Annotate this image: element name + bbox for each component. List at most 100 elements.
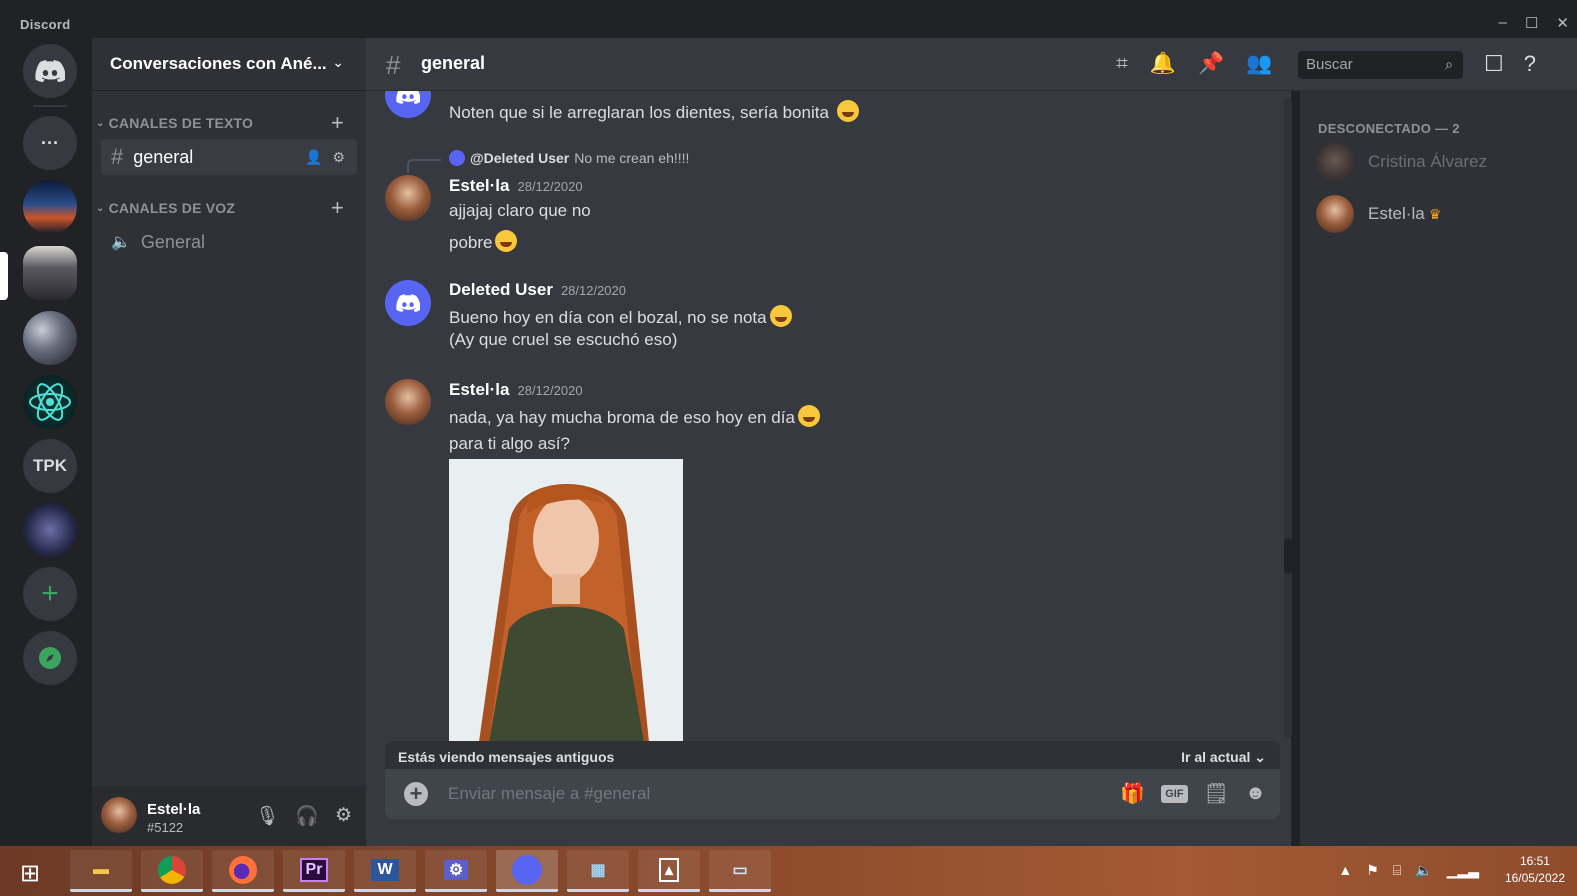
gift-icon[interactable]: 🎁 — [1120, 781, 1145, 806]
bell-icon[interactable]: 🔔 — [1150, 52, 1176, 76]
monitor-icon[interactable]: ▭ — [709, 850, 771, 892]
avatar-deleted-user[interactable] — [385, 280, 431, 326]
flag-icon[interactable]: ⚑ — [1366, 862, 1379, 879]
rail-separator — [33, 105, 67, 107]
close-button[interactable]: ✕ — [1556, 14, 1569, 32]
server-rail: ··· TPK + — [0, 38, 92, 846]
window-controls: – ☐ ✕ — [1499, 14, 1569, 32]
member-category: DESCONECTADO — 2 — [1318, 121, 1460, 136]
category-voice-channels[interactable]: ⌄ CANALES DE VOZ + — [96, 195, 352, 220]
sticker-icon[interactable]: 🗒 — [1204, 781, 1229, 806]
chrome-icon[interactable] — [141, 850, 203, 892]
reply-preview[interactable]: @Deleted User No me crean eh!!!! — [449, 150, 689, 166]
windows-start-icon[interactable]: ⊞ — [20, 859, 40, 888]
server-image-1[interactable] — [23, 180, 77, 234]
message-author[interactable]: Estel·la 28/12/2020 — [449, 176, 583, 196]
add-server-button[interactable]: + — [23, 567, 77, 621]
message-line: (Ay que cruel se escuchó eso) — [449, 330, 678, 349]
message-text: Noten que si le arreglaran los dientes, … — [449, 103, 829, 122]
avatar-estella[interactable] — [385, 175, 431, 221]
speaker-icon: 🔈 — [111, 234, 131, 251]
file-explorer-icon[interactable]: ▬ — [70, 850, 132, 892]
word-icon[interactable]: W — [354, 850, 416, 892]
guild-header[interactable]: Conversaciones con Ané... ⌄ — [92, 38, 366, 91]
maximize-button[interactable]: ☐ — [1525, 14, 1538, 32]
create-channel-button[interactable]: + — [331, 110, 344, 136]
guild-name: Conversaciones con Ané... — [110, 54, 327, 73]
atom-icon — [29, 383, 71, 421]
old-messages-notice: Estás viendo mensajes antiguos — [398, 749, 615, 765]
scrollbar-track[interactable] — [1284, 98, 1292, 738]
network-icon[interactable]: ⌸ — [1393, 862, 1401, 879]
explore-button[interactable] — [23, 631, 77, 685]
channel-voice-general[interactable]: 🔈 General — [101, 224, 357, 260]
message-line: ajjajaj claro que no — [449, 201, 591, 220]
gear-icon[interactable]: ⚙ — [332, 149, 345, 166]
server-tpk[interactable]: TPK — [23, 439, 77, 493]
message-text: pobre — [449, 233, 493, 252]
channel-general[interactable]: # general 👤 ⚙ — [101, 139, 357, 175]
message-input[interactable] — [448, 781, 1048, 807]
control-panel-icon[interactable]: ▦ — [567, 850, 629, 892]
avatar[interactable] — [101, 797, 137, 833]
minimize-button[interactable]: – — [1499, 14, 1507, 32]
avatar-estella[interactable] — [385, 379, 431, 425]
taskbar-clock[interactable]: 16:51 16/05/2022 — [1505, 853, 1565, 887]
discord-taskbar-icon[interactable] — [496, 850, 558, 892]
server-image-3[interactable] — [23, 311, 77, 365]
composer-tools: 🎁 GIF 🗒 ☻ — [1120, 781, 1266, 806]
user-tag: #5122 — [147, 820, 184, 835]
reply-connector — [407, 159, 441, 173]
category-label: CANALES DE TEXTO — [108, 115, 254, 131]
inbox-icon[interactable]: ☐ — [1484, 51, 1504, 77]
server-image-4[interactable] — [23, 375, 77, 429]
message-image-attachment[interactable] — [449, 459, 683, 742]
header-tools: ⌗ 🔔 📌 👥 — [1116, 52, 1272, 76]
channel-label: General — [140, 231, 205, 252]
author-name: Deleted User — [449, 280, 553, 299]
chevron-down-icon: ⌄ — [1254, 749, 1266, 765]
member-list: DESCONECTADO — 2 Cristina Álvarez Estel·… — [1300, 91, 1577, 846]
add-attachment-button[interactable]: + — [404, 782, 428, 806]
emoji-picker-icon[interactable]: ☻ — [1245, 782, 1266, 805]
home-button[interactable] — [23, 44, 77, 98]
chevron-up-icon[interactable]: ▲ — [1338, 862, 1352, 879]
message-author[interactable]: Deleted User 28/12/2020 — [449, 280, 626, 300]
chat-header: # general ⌗ 🔔 📌 👥 Buscar ⌕ ☐ ? — [366, 38, 1577, 91]
reply-author: @Deleted User — [470, 150, 570, 166]
premiere-icon[interactable]: Pr — [283, 850, 345, 892]
members-icon[interactable]: 👥 — [1246, 52, 1272, 76]
hand-over-mouth-emoji — [495, 230, 518, 252]
headphones-icon[interactable]: 🎧 — [295, 804, 319, 828]
message-author[interactable]: Estel·la 28/12/2020 — [449, 380, 583, 400]
clock-time: 16:51 — [1519, 854, 1550, 868]
header-extra: ☐ ? — [1484, 51, 1536, 77]
create-voice-channel-button[interactable]: + — [331, 195, 344, 221]
gear-icon[interactable]: ⚙ — [335, 804, 352, 828]
signal-icon[interactable]: ▁▂▃ — [1447, 862, 1479, 879]
firefox-icon[interactable] — [212, 850, 274, 892]
threads-icon[interactable]: ⌗ — [1116, 52, 1128, 76]
search-input[interactable]: Buscar ⌕ — [1298, 51, 1463, 79]
category-text-channels[interactable]: ⌄ CANALES DE TEXTO + — [96, 110, 352, 135]
help-icon[interactable]: ? — [1524, 51, 1536, 77]
message-line: para ti algo así? — [449, 434, 570, 453]
settings-icon[interactable]: ⚙ — [425, 850, 487, 892]
message-line: Noten que si le arreglaran los dientes, … — [449, 100, 859, 123]
portrait-photo — [449, 459, 683, 742]
server-folder[interactable]: ··· — [23, 116, 77, 170]
jump-to-present-button[interactable]: Ir al actual ⌄ — [1181, 749, 1266, 766]
server-image-2[interactable] — [23, 246, 77, 300]
microphone-icon[interactable]: 🎙 — [255, 804, 279, 828]
member-item[interactable]: Cristina Álvarez — [1316, 143, 1487, 181]
photos-icon[interactable]: ▴ — [638, 850, 700, 892]
server-image-5[interactable] — [23, 503, 77, 557]
scrollbar-thumb[interactable] — [1284, 538, 1292, 574]
avatar — [1316, 195, 1354, 233]
member-item[interactable]: Estel·la ♛ — [1316, 195, 1441, 233]
window-titlebar: Discord – ☐ ✕ — [0, 0, 1577, 38]
gif-button[interactable]: GIF — [1161, 784, 1188, 803]
pin-icon[interactable]: 📌 — [1198, 52, 1224, 76]
volume-icon[interactable]: 🔈 — [1415, 862, 1432, 879]
invite-icon[interactable]: 👤 — [305, 149, 322, 166]
